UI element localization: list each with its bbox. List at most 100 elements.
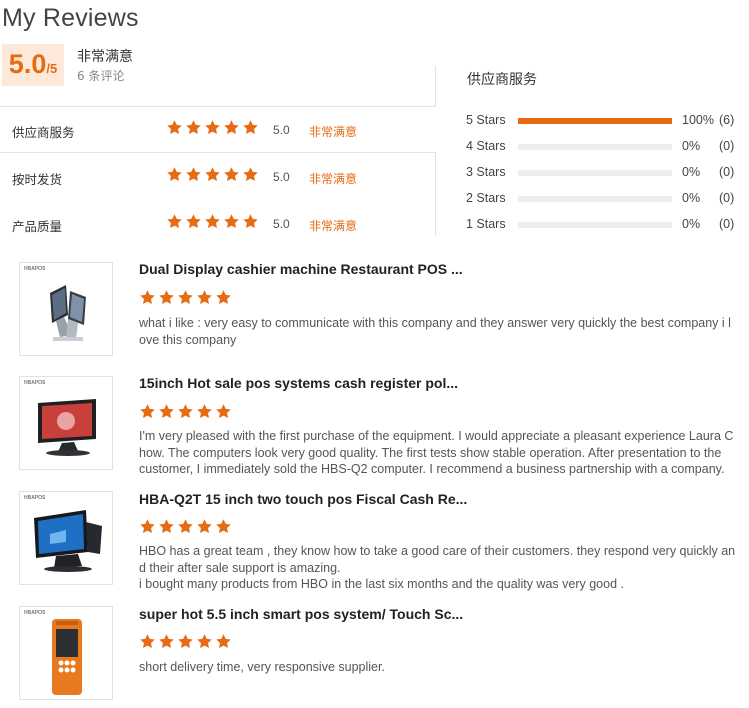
distribution-bar (518, 118, 672, 124)
star-icon (166, 213, 183, 230)
star-rating (139, 633, 234, 651)
product-title[interactable]: 15inch Hot sale pos systems cash registe… (139, 375, 458, 391)
star-icon (185, 119, 202, 136)
star-icon (242, 119, 259, 136)
star-icon (185, 213, 202, 230)
rating-score: 5.0 (273, 170, 290, 184)
star-rating (166, 166, 261, 184)
review-text: I'm very pleased with the first purchase… (139, 428, 747, 478)
distribution-count: (6) (719, 113, 735, 127)
review-line: ove this company (139, 332, 237, 347)
handheld-pos-icon (52, 619, 82, 695)
distribution-label: 1 Stars (466, 217, 506, 231)
rating-row-on-time-delivery: 按时发货 5.0 非常满意 (0, 165, 436, 189)
brand-logo: HBAPOS (24, 380, 46, 386)
product-image[interactable]: HBAPOS (19, 491, 113, 585)
star-icon (139, 633, 156, 650)
product-title[interactable]: super hot 5.5 inch smart pos system/ Tou… (139, 606, 463, 622)
star-icon (139, 518, 156, 535)
star-icon (139, 289, 156, 306)
brand-logo: HBAPOS (24, 266, 46, 272)
star-icon (215, 403, 232, 420)
review-line: d their after sale support is amazing. (139, 560, 341, 575)
review-text: short delivery time, very responsive sup… (139, 659, 747, 676)
distribution-label: 2 Stars (466, 191, 506, 205)
score-badge: 5.0 /5 (2, 44, 64, 86)
star-icon (215, 633, 232, 650)
distribution-count: (0) (719, 139, 735, 153)
star-rating (166, 213, 261, 231)
star-icon (223, 213, 240, 230)
brand-logo: HBAPOS (24, 495, 46, 501)
star-rating (139, 289, 234, 307)
distribution-row: 5 Stars 100% (6) (466, 112, 746, 130)
star-icon (242, 166, 259, 183)
star-icon (185, 166, 202, 183)
star-rating (166, 119, 261, 137)
star-icon (158, 633, 175, 650)
review-line: how. The computers look very good qualit… (139, 445, 722, 460)
star-icon (166, 166, 183, 183)
distribution-percent: 0% (682, 139, 701, 153)
rating-row-supplier-service: 供应商服务 5.0 非常满意 (0, 118, 436, 142)
product-title[interactable]: HBA-Q2T 15 inch two touch pos Fiscal Cas… (139, 491, 467, 507)
star-icon (177, 518, 194, 535)
star-icon (223, 119, 240, 136)
distribution-bar (518, 222, 672, 228)
star-icon (158, 289, 175, 306)
review-line: HBO has a great team , they know how to … (139, 544, 736, 558)
rating-score: 5.0 (273, 123, 290, 137)
star-icon (215, 518, 232, 535)
distribution-row: 1 Stars 0% (0) (466, 216, 746, 234)
star-icon (196, 289, 213, 306)
two-screen-pos-icon (34, 510, 102, 572)
pos-monitor-icon (38, 399, 96, 456)
distribution-bar (518, 144, 672, 150)
star-icon (204, 166, 221, 183)
star-icon (177, 633, 194, 650)
product-image[interactable]: HBAPOS (19, 376, 113, 470)
distribution-label: 3 Stars (466, 165, 506, 179)
overall-rating-label: 非常满意 (77, 49, 133, 65)
star-icon (196, 403, 213, 420)
rating-word: 非常满意 (309, 172, 358, 186)
distribution-row: 3 Stars 0% (0) (466, 164, 746, 182)
dual-display-pos-icon (50, 285, 86, 341)
star-icon (166, 119, 183, 136)
distribution-label: 4 Stars (466, 139, 506, 153)
star-rating (139, 403, 234, 421)
review-text: HBO has a great team , they know how to … (139, 543, 747, 593)
product-image[interactable]: HBAPOS (19, 262, 113, 356)
star-icon (223, 166, 240, 183)
divider (435, 66, 436, 106)
distribution-bar-fill (518, 118, 672, 124)
distribution-row: 2 Stars 0% (0) (466, 190, 746, 208)
rating-row-product-quality: 产品质量 5.0 非常满意 (0, 212, 436, 236)
distribution-bar (518, 196, 672, 202)
star-icon (215, 289, 232, 306)
rating-label: 供应商服务 (12, 125, 75, 140)
distribution-count: (0) (719, 217, 735, 231)
star-icon (196, 633, 213, 650)
rating-word: 非常满意 (309, 219, 358, 233)
star-icon (242, 213, 259, 230)
star-icon (196, 518, 213, 535)
distribution-percent: 0% (682, 191, 701, 205)
distribution-percent: 0% (682, 217, 701, 231)
rating-label: 产品质量 (12, 219, 63, 234)
review-text: what i like : very easy to communicate w… (139, 315, 747, 348)
product-title[interactable]: Dual Display cashier machine Restaurant … (139, 261, 463, 277)
review-line: short delivery time, very responsive sup… (139, 660, 385, 674)
product-image[interactable]: HBAPOS (19, 606, 113, 700)
page-title: My Reviews (2, 4, 139, 32)
rating-label: 按时发货 (12, 172, 63, 187)
review-line: I'm very pleased with the first purchase… (139, 429, 734, 443)
brand-logo: HBAPOS (24, 610, 46, 616)
review-line: what i like : very easy to communicate w… (139, 316, 731, 330)
review-line: customer, I immediately sold the HBS-Q2 … (139, 462, 725, 476)
distribution-row: 4 Stars 0% (0) (466, 138, 746, 156)
distribution-percent: 0% (682, 165, 701, 179)
distribution-count: (0) (719, 191, 735, 205)
star-rating (139, 518, 234, 536)
rating-word: 非常满意 (309, 125, 358, 139)
